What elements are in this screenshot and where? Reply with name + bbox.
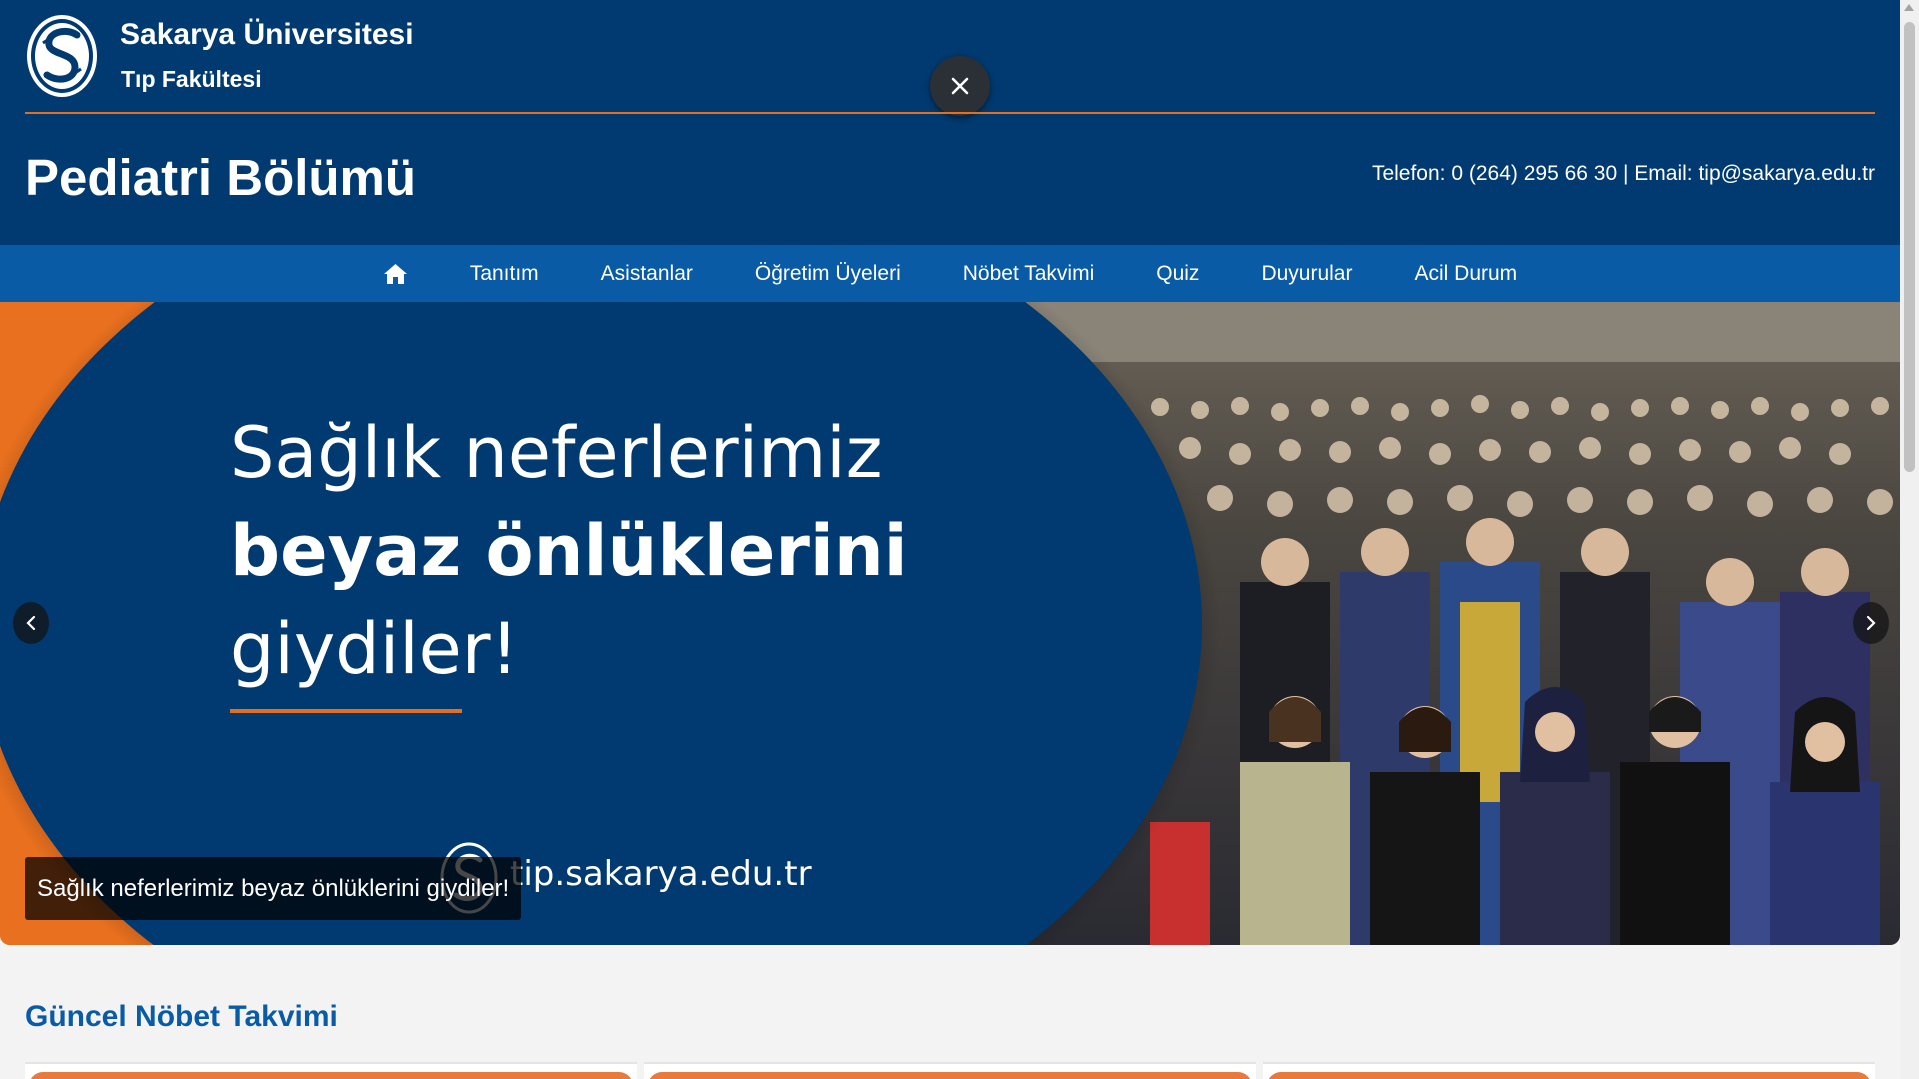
chevron-right-icon: [1866, 615, 1876, 631]
nav-item-quiz[interactable]: Quiz: [1125, 245, 1230, 302]
carousel-next-button[interactable]: [1853, 602, 1889, 644]
faculty-name[interactable]: Tıp Fakültesi: [121, 66, 262, 93]
slide-underline: [230, 709, 462, 713]
nav-item-tanitim[interactable]: Tanıtım: [439, 245, 570, 302]
section-title: Güncel Nöbet Takvimi: [25, 1000, 338, 1033]
schedule-card-header: [29, 1072, 633, 1079]
nav-home[interactable]: [352, 245, 439, 302]
page-scrollbar[interactable]: [1900, 0, 1919, 1079]
header-divider: [25, 112, 1875, 114]
nav-item-acil-durum[interactable]: Acil Durum: [1383, 245, 1548, 302]
news-carousel: Sağlık neferlerimiz beyaz önlüklerini gi…: [0, 302, 1900, 945]
contact-info: Telefon: 0 (264) 295 66 30 | Email: tip@…: [1371, 162, 1875, 185]
university-logo-icon[interactable]: [25, 13, 99, 99]
close-icon: [951, 77, 969, 95]
slide-headline-line3: giydiler!: [230, 608, 519, 690]
page: Sakarya Üniversitesi Tıp Fakültesi Pedia…: [0, 0, 1919, 1079]
slide-headline-line2: beyaz önlüklerini: [230, 510, 908, 592]
nav-item-asistanlar[interactable]: Asistanlar: [570, 245, 724, 302]
content-section: Güncel Nöbet Takvimi: [0, 970, 1900, 1079]
nav-item-duyurular[interactable]: Duyurular: [1230, 245, 1383, 302]
site-header: Sakarya Üniversitesi Tıp Fakültesi Pedia…: [0, 0, 1900, 245]
slide-headline-line1: Sağlık neferlerimiz: [230, 412, 883, 494]
nav-item-ogretim-uyeleri[interactable]: Öğretim Üyeleri: [724, 245, 932, 302]
schedule-card-header: [648, 1072, 1252, 1079]
close-button[interactable]: [930, 56, 990, 116]
slide-headline: Sağlık neferlerimiz beyaz önlüklerini gi…: [230, 404, 908, 698]
chevron-left-icon: [26, 615, 36, 631]
slide-caption: Sağlık neferlerimiz beyaz önlüklerini gi…: [25, 857, 522, 920]
schedule-card-header: [1267, 1072, 1871, 1079]
main-navigation: Tanıtım Asistanlar Öğretim Üyeleri Nöbet…: [0, 245, 1900, 302]
schedule-card[interactable]: [25, 1062, 637, 1079]
scrollbar-thumb[interactable]: [1904, 22, 1915, 472]
scroll-up-arrow-icon[interactable]: [1904, 4, 1914, 11]
schedule-card[interactable]: [644, 1062, 1256, 1079]
schedule-card[interactable]: [1263, 1062, 1875, 1079]
nav-item-nobet-takvimi[interactable]: Nöbet Takvimi: [932, 245, 1126, 302]
university-name[interactable]: Sakarya Üniversitesi: [120, 18, 414, 52]
home-icon: [383, 263, 407, 284]
slide-url: tip.sakarya.edu.tr: [510, 854, 812, 894]
carousel-prev-button[interactable]: [13, 602, 49, 644]
department-title: Pediatri Bölümü: [25, 149, 417, 206]
